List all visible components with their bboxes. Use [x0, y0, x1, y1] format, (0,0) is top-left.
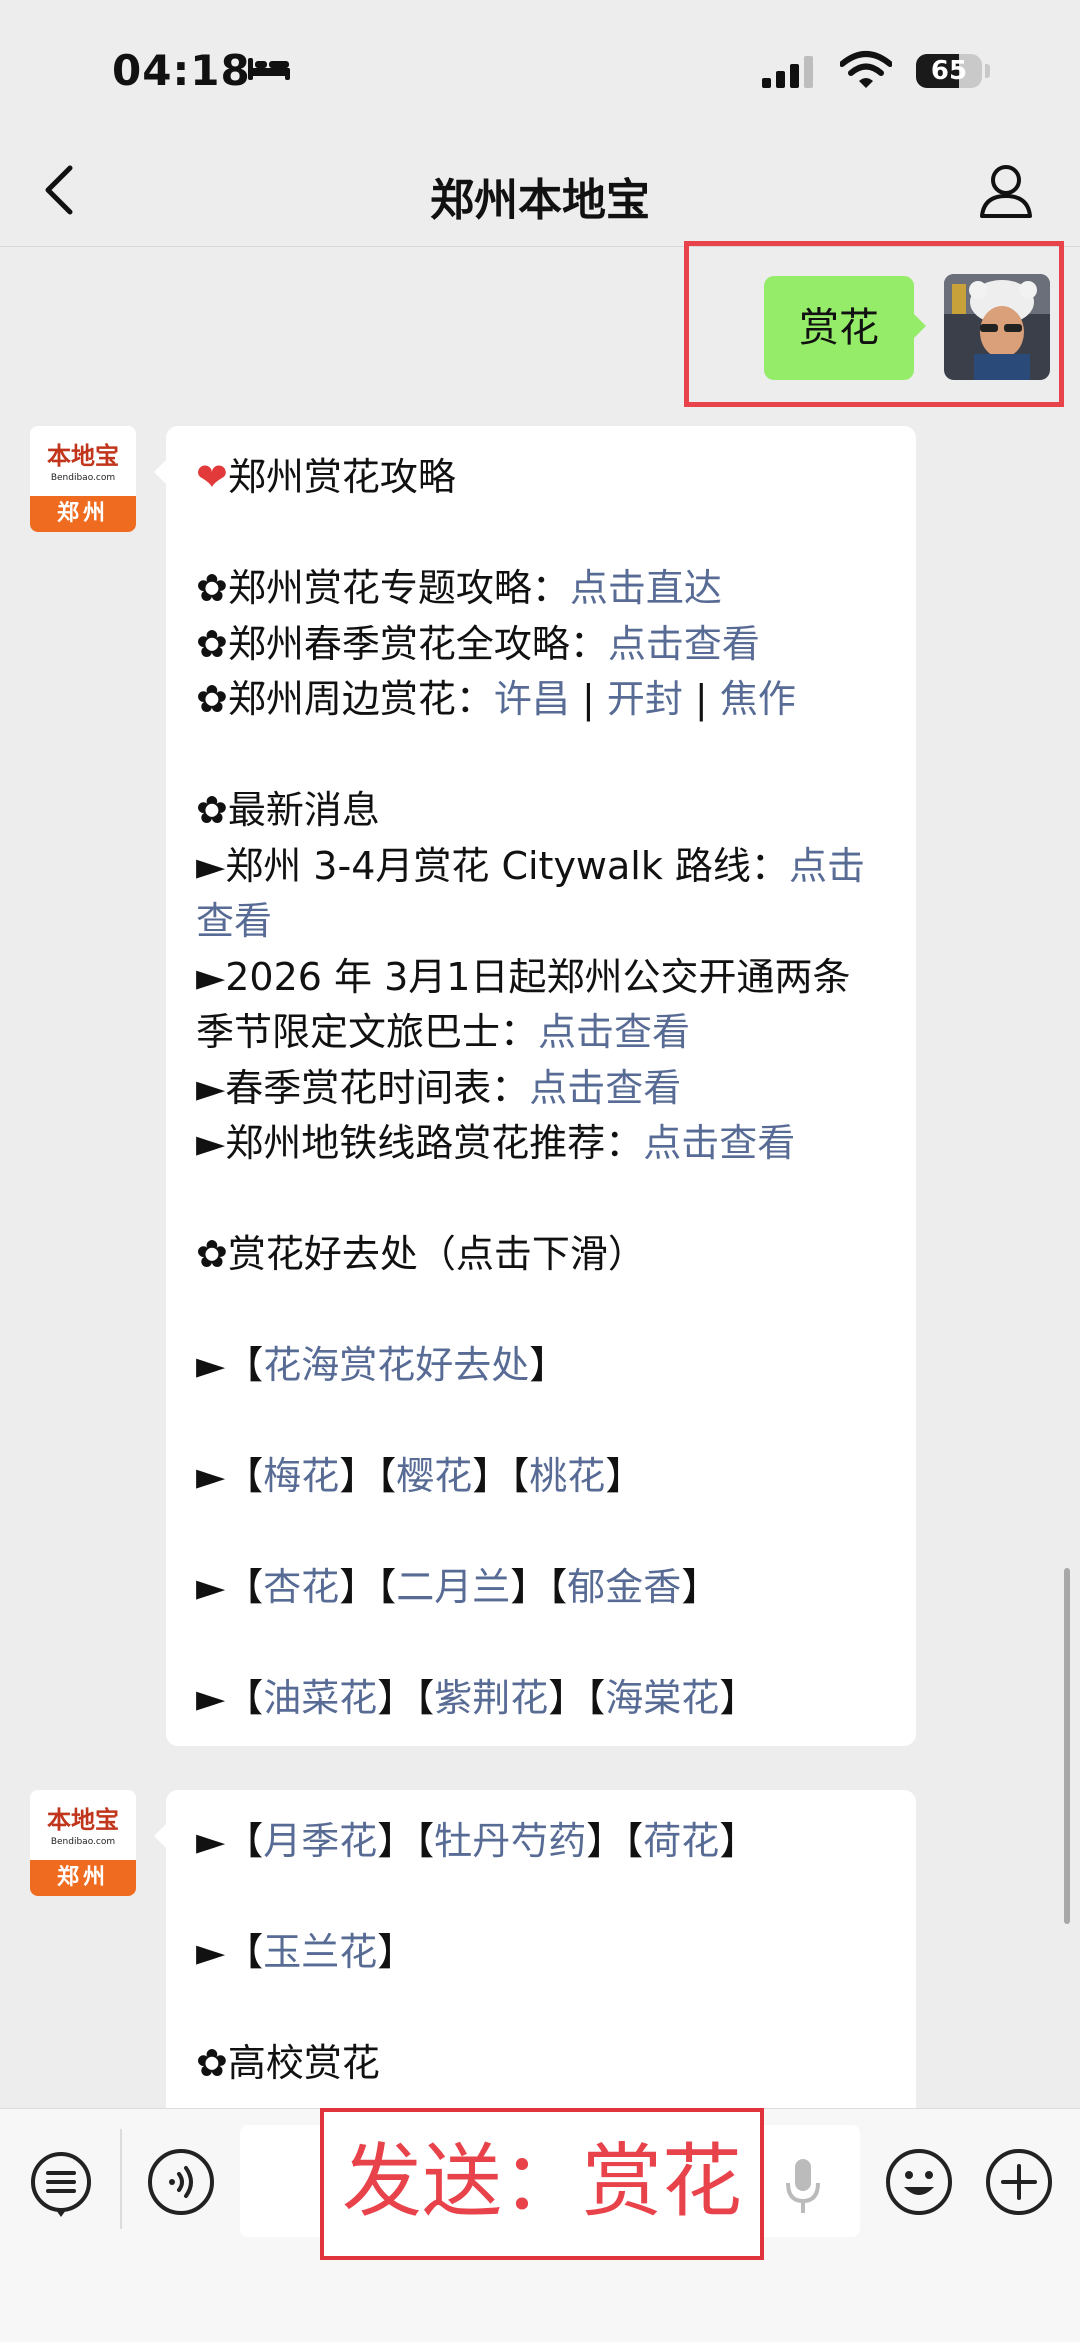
menu-list-icon[interactable] [26, 2149, 96, 2219]
avatar-site: Bendibao.com [50, 1837, 116, 1847]
send-instruction-overlay: 发送：赏花 [320, 2108, 764, 2260]
battery-tip [985, 64, 990, 78]
received-message-bubble: ❤郑州赏花攻略 ✿郑州赏花专题攻略：点击直达 ✿郑州春季赏花全攻略：点击查看 ✿… [154, 426, 916, 1746]
news-link[interactable]: 点击查看 [538, 1010, 690, 1054]
news-item: ►2026 年 3月1日起郑州公交开通两条季节限定文旅巴士：点击查看 [196, 954, 851, 1055]
place-link[interactable]: 月季花 [263, 1819, 377, 1863]
sleep-bed-icon [248, 58, 290, 80]
user-avatar-photo [944, 274, 1050, 380]
topic-link[interactable]: 点击直达 [570, 566, 722, 610]
received-message-bubble: ►【月季花】【牡丹芍药】【荷花】 ►【玉兰花】 ✿高校赏花 [154, 1790, 916, 2130]
news-link[interactable]: 点击查看 [529, 1066, 681, 1110]
user-avatar[interactable] [944, 274, 1050, 380]
cellular-signal-icon [762, 56, 813, 88]
place-link[interactable]: 荷花 [643, 1819, 719, 1863]
place-link[interactable]: 梅花 [263, 1454, 339, 1498]
microphone-icon[interactable] [768, 2151, 838, 2221]
voice-input-icon[interactable] [146, 2147, 216, 2217]
avatar-brand: 本地宝 [47, 442, 119, 470]
place-link[interactable]: 紫荆花 [434, 1676, 548, 1720]
places-row: ►【花海赏花好去处】 [196, 1343, 568, 1387]
status-bar: 04:18 65 [0, 0, 1080, 140]
nearby-link-xuchang[interactable]: 许昌 [494, 677, 570, 721]
news-item: ►郑州 3-4月赏花 Citywalk 路线：点击查看 [196, 843, 865, 944]
place-link[interactable]: 二月兰 [396, 1565, 510, 1609]
places-row: ►【油菜花】【紫荆花】【海棠花】 [196, 1676, 758, 1720]
avatar-logo: 本地宝 Bendibao.com [30, 426, 136, 496]
status-time: 04:18 [112, 46, 251, 95]
news-heading: ✿最新消息 [196, 788, 380, 832]
places-heading: ✿赏花好去处（点击下滑） [196, 1232, 646, 1276]
place-link[interactable]: 花海赏花好去处 [263, 1343, 529, 1387]
places-row: ►【玉兰花】 [196, 1930, 416, 1974]
wifi-icon [840, 51, 892, 88]
nav-bar: 郑州本地宝 [0, 140, 1080, 247]
chat-title: 郑州本地宝 [430, 175, 650, 226]
place-link[interactable]: 油菜花 [263, 1676, 377, 1720]
place-link[interactable]: 樱花 [396, 1454, 472, 1498]
emoji-icon[interactable] [884, 2147, 954, 2217]
places-row: ►【月季花】【牡丹芍药】【荷花】 [196, 1819, 758, 1863]
avatar-brand: 本地宝 [47, 1806, 119, 1834]
place-link[interactable]: 杏花 [263, 1565, 339, 1609]
places-row: ►【梅花】【樱花】【桃花】 [196, 1454, 644, 1498]
topic-line: ✿郑州赏花专题攻略：点击直达 [196, 566, 722, 610]
news-link[interactable]: 点击查看 [643, 1121, 795, 1165]
battery-icon: 65 [916, 54, 982, 88]
nearby-link-jiaozuo[interactable]: 焦作 [720, 677, 796, 721]
message-heading: ❤郑州赏花攻略 [196, 455, 456, 499]
input-divider [120, 2129, 122, 2229]
scrollbar[interactable] [1064, 1568, 1070, 1924]
avatar-site: Bendibao.com [50, 473, 116, 483]
official-account-avatar[interactable]: 本地宝 Bendibao.com 郑州 [30, 426, 136, 532]
heart-icon: ❤ [196, 455, 228, 499]
news-item: ►春季赏花时间表：点击查看 [196, 1065, 682, 1110]
avatar-city: 郑州 [30, 1860, 136, 1896]
topic-link[interactable]: 点击查看 [608, 622, 760, 666]
topic-line: ✿郑州春季赏花全攻略：点击查看 [196, 621, 760, 666]
place-link[interactable]: 牡丹芍药 [434, 1819, 586, 1863]
add-more-icon[interactable] [984, 2147, 1054, 2217]
place-link[interactable]: 桃花 [529, 1454, 605, 1498]
profile-person-icon[interactable] [976, 160, 1036, 220]
nearby-line: ✿郑州周边赏花：许昌 | 开封 | 焦作 [196, 677, 796, 721]
official-account-avatar[interactable]: 本地宝 Bendibao.com 郑州 [30, 1790, 136, 1896]
news-item: ►郑州地铁线路赏花推荐：点击查看 [196, 1121, 796, 1165]
nearby-link-kaifeng[interactable]: 开封 [607, 677, 683, 721]
places-row: ►【杏花】【二月兰】【郁金香】 [196, 1565, 720, 1609]
place-link[interactable]: 海棠花 [605, 1676, 719, 1720]
place-link[interactable]: 郁金香 [567, 1565, 681, 1609]
place-link[interactable]: 玉兰花 [263, 1930, 377, 1974]
avatar-city: 郑州 [30, 496, 136, 532]
sent-message-bubble[interactable]: 赏花 [764, 276, 926, 380]
avatar-logo: 本地宝 Bendibao.com [30, 1790, 136, 1860]
battery-percent: 65 [930, 56, 968, 86]
campus-heading: ✿高校赏花 [196, 2041, 380, 2085]
